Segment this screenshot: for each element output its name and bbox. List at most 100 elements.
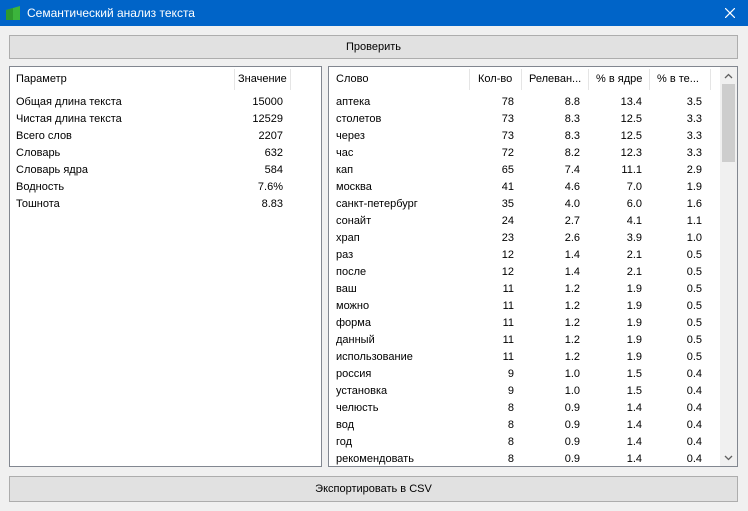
count-cell: 9	[507, 368, 514, 380]
column-header-text-pct[interactable]: % в те...	[657, 67, 712, 92]
column-divider[interactable]	[710, 69, 711, 90]
word-cell: через	[336, 130, 365, 142]
vertical-scrollbar[interactable]	[720, 67, 737, 466]
stats-param-cell: Словарь ядра	[16, 164, 88, 176]
column-header-core-pct[interactable]: % в ядре	[596, 67, 652, 92]
word-row[interactable]: кап 65 7.4 11.1 2.9	[329, 162, 737, 179]
count-cell: 73	[501, 113, 514, 125]
text-pct-cell: 1.9	[686, 181, 702, 193]
word-cell: кап	[336, 164, 354, 176]
word-cell: сонайт	[336, 215, 372, 227]
word-cell: храп	[336, 232, 360, 244]
scroll-up-button[interactable]	[720, 67, 737, 84]
column-divider[interactable]	[469, 69, 470, 90]
word-cell: челюсть	[336, 402, 379, 414]
close-icon	[725, 8, 735, 18]
word-row[interactable]: аптека 78 8.8 13.4 3.5	[329, 94, 737, 111]
column-divider[interactable]	[588, 69, 589, 90]
text-pct-cell: 1.0	[686, 232, 702, 244]
word-row[interactable]: москва 41 4.6 7.0 1.9	[329, 179, 737, 196]
stats-row[interactable]: Водность 7.6%	[10, 179, 321, 196]
word-row[interactable]: рекомендовать 8 0.9 1.4 0.4	[329, 451, 737, 466]
stats-row[interactable]: Всего слов 2207	[10, 128, 321, 145]
count-cell: 72	[501, 147, 514, 159]
relevance-cell: 0.9	[564, 419, 580, 431]
word-row[interactable]: россия 9 1.0 1.5 0.4	[329, 366, 737, 383]
check-button[interactable]: Проверить	[9, 35, 738, 59]
text-pct-cell: 0.5	[686, 300, 702, 312]
core-pct-cell: 1.4	[626, 419, 642, 431]
column-header-relevance[interactable]: Релеван...	[529, 67, 589, 92]
count-cell: 11	[502, 334, 514, 346]
count-cell: 11	[502, 351, 514, 363]
word-row[interactable]: форма 11 1.2 1.9 0.5	[329, 315, 737, 332]
stats-row[interactable]: Словарь ядра 584	[10, 162, 321, 179]
text-pct-cell: 1.1	[686, 215, 702, 227]
column-divider[interactable]	[649, 69, 650, 90]
core-pct-cell: 6.0	[626, 198, 642, 210]
relevance-cell: 4.6	[564, 181, 580, 193]
column-header-param[interactable]: Параметр	[16, 67, 230, 92]
text-pct-cell: 3.5	[686, 96, 702, 108]
core-pct-cell: 3.9	[626, 232, 642, 244]
window-title: Семантический анализ текста	[27, 6, 195, 20]
words-list[interactable]: Слово Кол-во Релеван... % в ядре % в те.…	[328, 66, 738, 467]
word-row[interactable]: после 12 1.4 2.1 0.5	[329, 264, 737, 281]
core-pct-cell: 4.1	[626, 215, 642, 227]
relevance-cell: 1.2	[564, 283, 580, 295]
word-row[interactable]: год 8 0.9 1.4 0.4	[329, 434, 737, 451]
scroll-thumb[interactable]	[722, 84, 735, 162]
close-button[interactable]	[712, 0, 748, 26]
word-row[interactable]: можно 11 1.2 1.9 0.5	[329, 298, 737, 315]
word-row[interactable]: час 72 8.2 12.3 3.3	[329, 145, 737, 162]
core-pct-cell: 1.9	[626, 300, 642, 312]
word-row[interactable]: челюсть 8 0.9 1.4 0.4	[329, 400, 737, 417]
core-pct-cell: 1.9	[626, 351, 642, 363]
count-cell: 8	[507, 436, 514, 448]
column-divider[interactable]	[521, 69, 522, 90]
word-row[interactable]: храп 23 2.6 3.9 1.0	[329, 230, 737, 247]
word-row[interactable]: столетов 73 8.3 12.5 3.3	[329, 111, 737, 128]
word-cell: после	[336, 266, 367, 278]
scroll-down-button[interactable]	[720, 449, 737, 466]
relevance-cell: 8.8	[564, 96, 580, 108]
stats-param-cell: Словарь	[16, 147, 61, 159]
column-header-count[interactable]: Кол-во	[478, 67, 524, 92]
stats-value-cell: 7.6%	[257, 181, 283, 193]
count-cell: 73	[501, 130, 514, 142]
column-header-word[interactable]: Слово	[336, 67, 466, 92]
word-row[interactable]: использование 11 1.2 1.9 0.5	[329, 349, 737, 366]
word-row[interactable]: ваш 11 1.2 1.9 0.5	[329, 281, 737, 298]
core-pct-cell: 1.5	[626, 385, 642, 397]
word-row[interactable]: данный 11 1.2 1.9 0.5	[329, 332, 737, 349]
export-csv-button[interactable]: Экспортировать в CSV	[9, 476, 738, 502]
text-pct-cell: 3.3	[686, 147, 702, 159]
stats-row[interactable]: Общая длина текста 15000	[10, 94, 321, 111]
relevance-cell: 7.4	[564, 164, 580, 176]
column-header-value[interactable]: Значение	[238, 67, 290, 92]
count-cell: 11	[502, 317, 514, 329]
word-cell: ваш	[336, 283, 357, 295]
count-cell: 65	[501, 164, 514, 176]
chevron-down-icon	[724, 455, 733, 460]
count-cell: 12	[501, 249, 514, 261]
stats-value-cell: 12529	[252, 113, 283, 125]
stats-row[interactable]: Словарь 632	[10, 145, 321, 162]
count-cell: 23	[501, 232, 514, 244]
stats-list[interactable]: Параметр Значение Общая длина текста 1500…	[9, 66, 322, 467]
stats-row[interactable]: Тошнота 8.83	[10, 196, 321, 213]
word-row[interactable]: сонайт 24 2.7 4.1 1.1	[329, 213, 737, 230]
column-divider[interactable]	[290, 69, 291, 90]
word-row[interactable]: раз 12 1.4 2.1 0.5	[329, 247, 737, 264]
column-divider[interactable]	[234, 69, 235, 90]
word-row[interactable]: установка 9 1.0 1.5 0.4	[329, 383, 737, 400]
relevance-cell: 1.2	[564, 351, 580, 363]
core-pct-cell: 2.1	[626, 266, 642, 278]
word-row[interactable]: через 73 8.3 12.5 3.3	[329, 128, 737, 145]
relevance-cell: 8.3	[564, 130, 580, 142]
stats-param-cell: Всего слов	[16, 130, 72, 142]
word-row[interactable]: вод 8 0.9 1.4 0.4	[329, 417, 737, 434]
core-pct-cell: 1.4	[626, 436, 642, 448]
word-row[interactable]: санкт-петербург 35 4.0 6.0 1.6	[329, 196, 737, 213]
stats-row[interactable]: Чистая длина текста 12529	[10, 111, 321, 128]
